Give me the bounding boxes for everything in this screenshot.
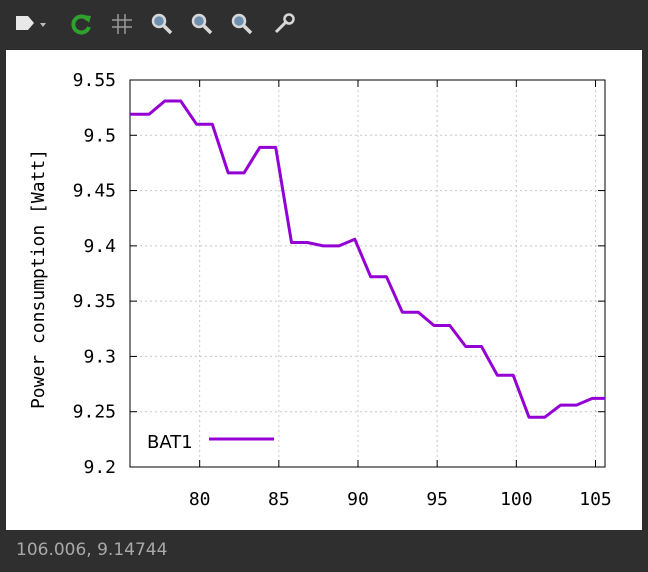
zoom-out-button[interactable] bbox=[190, 12, 214, 36]
export-icon bbox=[16, 16, 46, 30]
x-tick-label: 85 bbox=[268, 489, 290, 510]
export-button[interactable] bbox=[14, 12, 46, 36]
settings-wrench-icon bbox=[274, 13, 295, 34]
zoom-reset-icon bbox=[231, 13, 253, 35]
y-tick-label: 9.55 bbox=[73, 70, 116, 91]
grid-icon bbox=[112, 14, 132, 34]
y-axis: 9.2 9.25 9.3 9.35 9.4 9.45 9.5 9.55 bbox=[73, 70, 605, 478]
zoom-in-icon bbox=[151, 13, 173, 35]
x-axis: 80 85 90 95 100 105 bbox=[189, 80, 612, 510]
gnuplot-window: 80 85 90 95 100 105 9.2 9.25 9.3 9.35 9.4 9.45 9.5 9… bbox=[0, 0, 648, 572]
x-tick-label: 90 bbox=[347, 489, 369, 510]
legend-label-bat1: BAT1 bbox=[147, 432, 193, 453]
y-tick-label: 9.2 bbox=[83, 457, 116, 478]
status-bar: 106.006, 9.14744 bbox=[0, 530, 648, 572]
zoom-out-icon bbox=[191, 13, 213, 35]
cursor-coordinates: 106.006, 9.14744 bbox=[16, 540, 168, 560]
y-axis-title: Power consumption [Watt] bbox=[28, 149, 49, 409]
x-tick-label: 95 bbox=[426, 489, 448, 510]
series-layer bbox=[130, 99, 605, 419]
x-tick-label: 105 bbox=[579, 489, 612, 510]
zoom-reset-button[interactable] bbox=[230, 12, 254, 36]
series-line-bat1 bbox=[130, 99, 605, 419]
toolbar bbox=[0, 0, 648, 50]
replot-icon bbox=[71, 14, 91, 35]
plot-border bbox=[129, 79, 606, 468]
grid-button[interactable] bbox=[110, 12, 134, 36]
line-chart: 80 85 90 95 100 105 9.29.259.39.359.49.459.59… bbox=[28, 70, 612, 510]
zoom-in-button[interactable] bbox=[150, 12, 174, 36]
y-tick-label: 9.35 bbox=[73, 291, 116, 312]
legend: BAT1 bbox=[147, 432, 274, 453]
grid-lines bbox=[130, 79, 605, 468]
y-tick-label: 9.4 bbox=[83, 236, 116, 257]
y-tick-label: 9.25 bbox=[73, 402, 116, 423]
x-tick-label: 100 bbox=[500, 489, 533, 510]
replot-button[interactable] bbox=[70, 12, 94, 36]
plot-area[interactable]: 80 85 90 95 100 105 9.2 9.25 9.3 9.35 9.4 9.45 9.5 9… bbox=[6, 50, 642, 530]
settings-button[interactable] bbox=[272, 12, 296, 36]
y-tick-label: 9.5 bbox=[83, 125, 116, 146]
plot-frame bbox=[129, 79, 606, 468]
y-tick-label: 9.45 bbox=[73, 181, 116, 202]
x-tick-label: 80 bbox=[189, 489, 211, 510]
y-tick-label: 9.3 bbox=[83, 346, 116, 367]
